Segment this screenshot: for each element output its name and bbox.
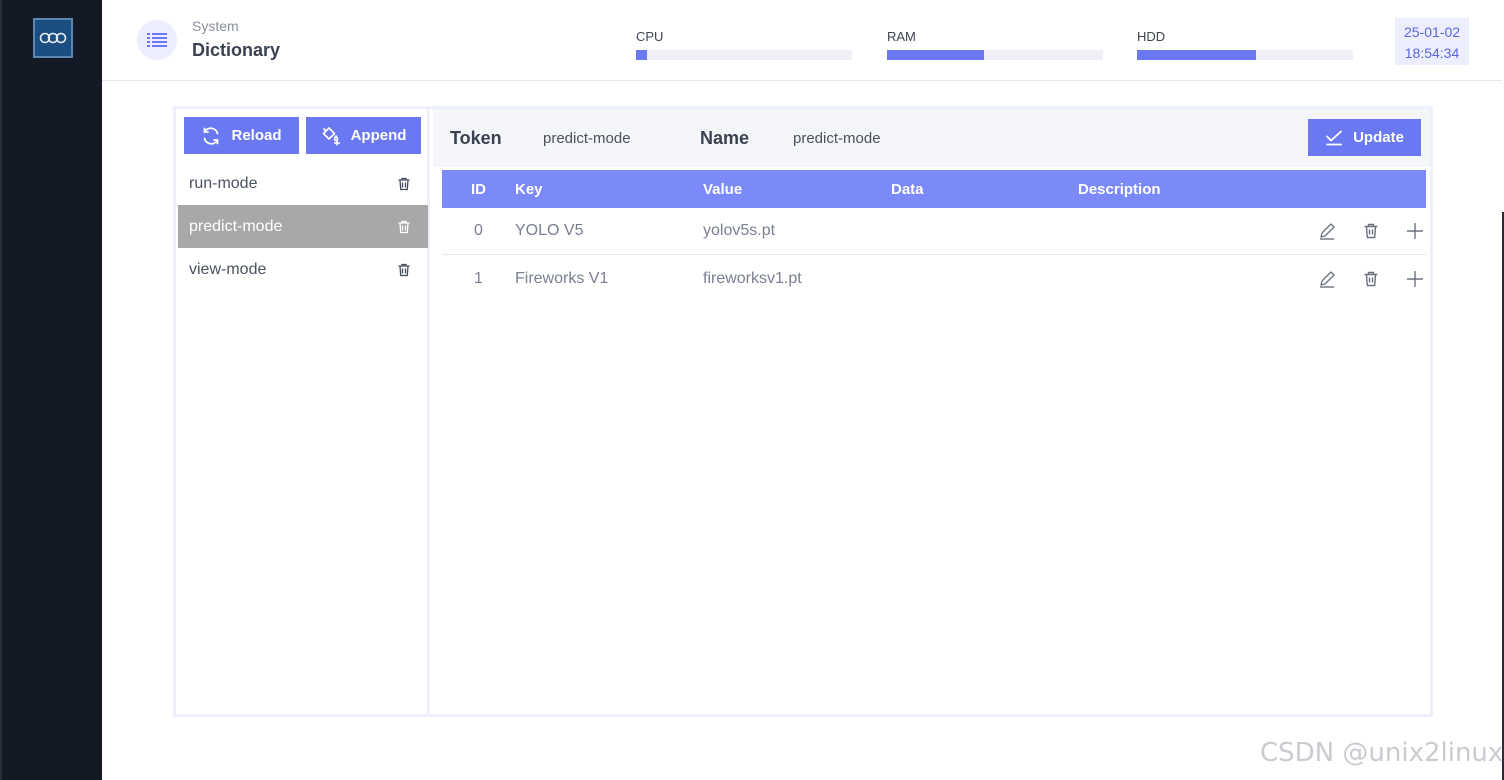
fill-bucket-icon — [322, 126, 340, 145]
cpu-meter: CPU — [636, 29, 852, 60]
name-label: Name — [700, 128, 750, 148]
delete-icon[interactable] — [396, 219, 412, 235]
table-header: ID Key Value Data Description — [442, 170, 1426, 208]
append-button[interactable]: Append — [306, 117, 421, 154]
row-actions — [1278, 222, 1426, 240]
dictionary-list-pane: Reload Append run-mode predict-mode view… — [176, 109, 430, 714]
token-field[interactable]: predict-mode — [543, 130, 631, 147]
delete-icon[interactable] — [396, 262, 412, 278]
row-actions — [1278, 270, 1426, 288]
edit-icon[interactable] — [1318, 270, 1336, 288]
cell-id: 0 — [474, 222, 483, 239]
entries-table: ID Key Value Data Description 0 YOLO V5 … — [442, 170, 1426, 302]
cell-value: yolov5s.pt — [703, 222, 776, 239]
cell-id: 1 — [474, 269, 483, 287]
check-icon — [1326, 130, 1342, 145]
watermark: CSDN @unix2linux — [1260, 738, 1504, 768]
page-title: Dictionary — [192, 40, 281, 60]
delete-icon[interactable] — [1362, 222, 1380, 240]
delete-icon[interactable] — [396, 176, 412, 192]
cpu-meter-fill — [636, 50, 647, 60]
plus-icon[interactable] — [1406, 222, 1424, 240]
refresh-icon — [204, 126, 219, 145]
table-row[interactable]: 1 Fireworks V1 fireworksv1.pt — [442, 255, 1426, 302]
column-header-value[interactable]: Value — [703, 181, 891, 198]
cell-value: fireworksv1.pt — [703, 269, 802, 287]
delete-icon[interactable] — [1362, 270, 1380, 288]
plus-icon[interactable] — [1406, 270, 1424, 288]
reload-button[interactable]: Reload — [184, 117, 299, 154]
hdd-meter-label: HDD — [1137, 29, 1166, 44]
dictionary-detail-pane: Token predict-mode Name predict-mode Upd… — [433, 109, 1430, 714]
clock-badge: 25-01-02 18:54:34 — [1395, 18, 1469, 65]
append-button-label: Append — [350, 127, 407, 144]
cell-key: Fireworks V1 — [515, 269, 609, 287]
ram-meter-label: RAM — [887, 29, 916, 44]
edit-icon[interactable] — [1318, 222, 1336, 240]
dictionary-item-run-mode[interactable]: run-mode — [178, 162, 428, 205]
update-button[interactable]: Update — [1308, 119, 1421, 156]
chain-links-icon — [39, 32, 67, 44]
dictionary-panel: Reload Append run-mode predict-mode view… — [173, 106, 1433, 717]
name-field[interactable]: predict-mode — [793, 130, 881, 147]
column-header-key[interactable]: Key — [515, 181, 703, 198]
sidebar — [0, 0, 102, 780]
clock-date: 25-01-02 — [1403, 24, 1461, 40]
column-header-id[interactable]: ID — [442, 181, 515, 198]
column-header-data[interactable]: Data — [891, 181, 1078, 198]
dictionary-form-bar: Token predict-mode Name predict-mode Upd… — [433, 109, 1430, 167]
cell-key: YOLO V5 — [515, 222, 584, 239]
reload-button-label: Reload — [231, 127, 282, 144]
dictionary-item-label: view-mode — [189, 260, 267, 278]
ram-meter: RAM — [887, 29, 1103, 60]
dictionary-item-label: predict-mode — [189, 217, 283, 235]
update-button-label: Update — [1353, 129, 1404, 146]
dictionary-item-label: run-mode — [189, 174, 258, 192]
cpu-meter-track — [636, 50, 852, 60]
ram-meter-track — [887, 50, 1103, 60]
list-menu-button[interactable] — [137, 20, 177, 60]
dictionary-item-predict-mode[interactable]: predict-mode — [178, 205, 428, 248]
hdd-meter-track — [1137, 50, 1353, 60]
token-label: Token — [450, 128, 502, 148]
dictionary-item-view-mode[interactable]: view-mode — [178, 248, 428, 291]
top-header: System Dictionary CPU RAM HDD 25-01-02 1… — [102, 0, 1502, 81]
hdd-meter: HDD — [1137, 29, 1353, 60]
app-logo[interactable] — [33, 18, 73, 58]
column-header-description[interactable]: Description — [1078, 181, 1278, 198]
breadcrumb-parent: System — [192, 18, 239, 34]
clock-time: 18:54:34 — [1404, 45, 1460, 61]
hdd-meter-fill — [1137, 50, 1256, 60]
table-row[interactable]: 0 YOLO V5 yolov5s.pt — [442, 208, 1426, 255]
app-root: System Dictionary CPU RAM HDD 25-01-02 1… — [0, 0, 1504, 780]
dictionary-list: run-mode predict-mode view-mode — [178, 162, 428, 291]
list-icon — [147, 33, 167, 47]
ram-meter-fill — [887, 50, 985, 60]
cpu-meter-label: CPU — [636, 29, 664, 44]
